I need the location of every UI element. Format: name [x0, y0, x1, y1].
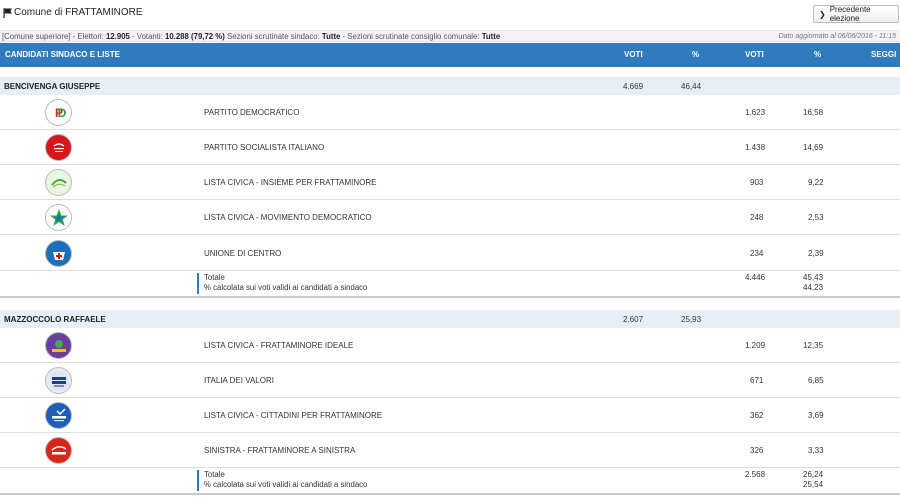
total-indicator-bar [197, 470, 199, 491]
sez-sindaco-label: Sezioni scrutinate sindaco: [224, 32, 322, 41]
cittadini-logo-icon [45, 402, 72, 429]
updated-timestamp: Dato aggiornato al 06/06/2016 - 11:15 [778, 33, 896, 40]
insieme-logo-icon [45, 169, 72, 196]
table-header: CANDIDATI SINDACO E LISTE VOTI % VOTI % … [0, 43, 900, 67]
list-row: UNIONE DI CENTRO 234 2,39 [0, 236, 900, 271]
list-row: SINISTRA - FRATTAMINORE A SINISTRA 326 3… [0, 433, 900, 468]
list-row: ITALIA DEI VALORI 671 6,85 [0, 363, 900, 398]
list-voti: 362 [750, 411, 764, 420]
list-voti: 1.623 [745, 108, 766, 117]
list-row: LISTA CIVICA - CITTADINI PER FRATTAMINOR… [0, 398, 900, 433]
list-row: PARTITO SOCIALISTA ITALIANO 1.438 14,69 [0, 130, 900, 165]
psi-logo-icon [45, 134, 72, 161]
list-voti: 1.209 [745, 341, 766, 350]
list-voti: 903 [750, 178, 764, 187]
list-name: PARTITO DEMOCRATICO [204, 108, 300, 117]
candidate-pct: 25,93 [681, 315, 702, 324]
candidate-name: BENCIVENGA GIUSEPPE [4, 82, 101, 91]
list-row: LISTA CIVICA - INSIEME PER FRATTAMINORE … [0, 165, 900, 200]
list-pct: 14,69 [803, 143, 824, 152]
list-name: LISTA CIVICA - INSIEME PER FRATTAMINORE [204, 178, 377, 187]
total-label: Totale [204, 470, 225, 479]
list-row: LISTA CIVICA - MOVIMENTO DEMOCRATICO 248… [0, 200, 900, 235]
flag-icon [3, 8, 12, 18]
list-pct: 2,39 [808, 249, 824, 258]
header-voti-liste: VOTI [745, 50, 764, 59]
candidate-pct: 46,44 [681, 82, 702, 91]
list-row: PD PARTITO DEMOCRATICO 1.623 16,58 [0, 95, 900, 130]
total-note: % calcolata sui voti validi ai candidati… [204, 480, 368, 489]
previous-election-button[interactable]: ❯ Precedente elezione [813, 5, 899, 23]
list-name: SINISTRA - FRATTAMINORE A SINISTRA [204, 446, 356, 455]
list-pct: 3,69 [808, 411, 824, 420]
list-name: LISTA CIVICA - FRATTAMINORE IDEALE [204, 341, 354, 350]
sez-consiglio-label: - Sezioni scrutinate consiglio comunale: [340, 32, 482, 41]
votanti-pct: (79,72 %) [191, 32, 225, 41]
comune-title: Comune di FRATTAMINORE [14, 7, 143, 18]
top-bar: Comune di FRATTAMINORE ❯ Precedente elez… [0, 0, 900, 30]
header-candidati: CANDIDATI SINDACO E LISTE [5, 50, 120, 59]
list-name: LISTA CIVICA - MOVIMENTO DEMOCRATICO [204, 213, 372, 222]
total-voti: 2.568 [745, 470, 766, 479]
ideale-logo-icon [45, 332, 72, 359]
votanti-label: - Votanti: [129, 32, 165, 41]
total-pct: 26,24 [803, 470, 824, 479]
info-prefix: [Comune superiore] - Elettori: [2, 32, 107, 41]
total-pct: 45,43 [803, 273, 824, 282]
udc-logo-icon [45, 240, 72, 267]
total-voti: 4.446 [745, 273, 766, 282]
list-pct: 16,58 [803, 108, 824, 117]
header-seggi: SEGGI [871, 50, 897, 59]
header-voti-sindaco: VOTI [624, 50, 643, 59]
list-pct: 9,22 [808, 178, 824, 187]
list-voti: 1.438 [745, 143, 766, 152]
elettori-value: 12.905 [106, 32, 130, 41]
list-name: UNIONE DI CENTRO [204, 249, 282, 258]
list-name: PARTITO SOCIALISTA ITALIANO [204, 143, 325, 152]
candidate-row: MAZZOCCOLO RAFFAELE 2.607 25,93 [0, 310, 900, 328]
total-pct-sindaco: 25,54 [803, 480, 824, 489]
total-pct-sindaco: 44,23 [803, 283, 824, 292]
idv-logo-icon [45, 367, 72, 394]
list-voti: 234 [750, 249, 764, 258]
previous-election-label: Precedente elezione [829, 5, 871, 23]
total-row: Totale % calcolata sui voti validi ai ca… [0, 271, 900, 298]
sez-consiglio-value: Tutte [481, 32, 501, 41]
list-name: LISTA CIVICA - CITTADINI PER FRATTAMINOR… [204, 411, 383, 420]
pd-logo-icon: PD [45, 99, 72, 126]
sinistra-logo-icon [45, 437, 72, 464]
list-voti: 326 [750, 446, 764, 455]
list-voti: 671 [750, 376, 764, 385]
list-name: ITALIA DEI VALORI [204, 376, 274, 385]
list-voti: 248 [750, 213, 764, 222]
list-row: LISTA CIVICA - FRATTAMINORE IDEALE 1.209… [0, 328, 900, 363]
list-pct: 2,53 [808, 213, 824, 222]
sez-sindaco-value: Tutte [321, 32, 341, 41]
votanti-value: 10.288 [164, 32, 189, 41]
candidate-name: MAZZOCCOLO RAFFAELE [4, 315, 106, 324]
list-pct: 3,33 [808, 446, 824, 455]
chevron-right-icon: ❯ [819, 9, 826, 19]
header-pct-liste: % [814, 50, 822, 59]
total-label: Totale [204, 273, 225, 282]
svg-text:D: D [57, 106, 66, 120]
total-indicator-bar [197, 273, 199, 294]
candidate-voti: 4.669 [623, 82, 644, 91]
list-pct: 12,35 [803, 341, 824, 350]
candidate-row: BENCIVENGA GIUSEPPE 4.669 46,44 [0, 77, 900, 95]
header-pct-sindaco: % [692, 50, 700, 59]
list-pct: 6,85 [808, 376, 824, 385]
total-row: Totale % calcolata sui voti validi ai ca… [0, 468, 900, 495]
total-note: % calcolata sui voti validi ai candidati… [204, 283, 368, 292]
candidate-voti: 2.607 [623, 315, 644, 324]
star-logo-icon [45, 204, 72, 231]
info-bar: [Comune superiore] - Elettori: 12.905 - … [0, 30, 900, 42]
